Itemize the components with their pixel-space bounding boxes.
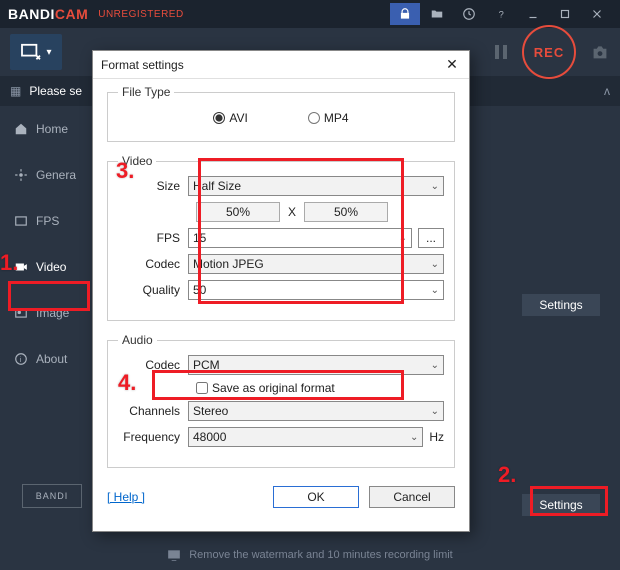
frequency-select[interactable]: 48000⌄: [188, 427, 423, 447]
clock-icon[interactable]: [454, 3, 484, 25]
sidebar-item-image[interactable]: Image: [0, 290, 86, 336]
video-group: Video Size Half Size⌄ 50% X 50% FPS 15⌄ …: [107, 154, 455, 321]
svg-text:i: i: [20, 357, 22, 364]
dialog-close-icon[interactable]: ✕: [443, 56, 461, 74]
svg-text:?: ?: [499, 10, 504, 20]
brand-footer-box: BANDI: [22, 484, 82, 508]
camera-icon[interactable]: [590, 44, 610, 60]
record-button[interactable]: REC: [522, 25, 576, 79]
help-link[interactable]: [ Help ]: [107, 490, 145, 504]
close-icon[interactable]: [582, 3, 612, 25]
video-settings-button[interactable]: Settings: [522, 294, 600, 316]
quality-select[interactable]: 50⌄: [188, 280, 444, 300]
annotation-3: 3.: [116, 158, 134, 184]
audio-settings-button[interactable]: Settings: [522, 494, 600, 516]
fps-select[interactable]: 15⌄: [188, 228, 412, 248]
width-pct-input[interactable]: 50%: [196, 202, 280, 222]
hz-label: Hz: [429, 430, 444, 444]
filetype-legend: File Type: [118, 85, 174, 99]
cancel-button[interactable]: Cancel: [369, 486, 455, 508]
video-codec-select[interactable]: Motion JPEG⌄: [188, 254, 444, 274]
pause-icon[interactable]: [494, 44, 508, 60]
brand: BANDICAM: [8, 6, 88, 22]
sidebar: Home Genera FPS Video Image iAbout: [0, 106, 86, 382]
save-original-checkbox[interactable]: [196, 382, 208, 394]
minimize-icon[interactable]: [518, 3, 548, 25]
format-settings-dialog: Format settings ✕ File Type AVI MP4 Vide…: [92, 50, 470, 532]
quality-label: Quality: [118, 283, 188, 297]
titlebar: BANDICAM UNREGISTERED ?: [0, 0, 620, 28]
sidebar-item-about[interactable]: iAbout: [0, 336, 86, 382]
chevron-up-icon[interactable]: ʌ: [604, 84, 610, 98]
folder-icon[interactable]: [422, 3, 452, 25]
video-codec-label: Codec: [118, 257, 188, 271]
annotation-1: 1.: [0, 250, 18, 276]
filetype-mp4-radio[interactable]: MP4: [308, 111, 349, 125]
sidebar-item-fps[interactable]: FPS: [0, 198, 86, 244]
audio-group: Audio Codec PCM⌄ Save as original format…: [107, 333, 455, 468]
height-pct-input[interactable]: 50%: [304, 202, 388, 222]
mode-select-button[interactable]: ▾: [10, 34, 62, 70]
dialog-title: Format settings: [101, 58, 184, 72]
sidebar-item-home[interactable]: Home: [0, 106, 86, 152]
maximize-icon[interactable]: [550, 3, 580, 25]
status-unregistered: UNREGISTERED: [98, 9, 183, 20]
annotation-4: 4.: [118, 370, 136, 396]
ok-button[interactable]: OK: [273, 486, 359, 508]
channels-select[interactable]: Stereo⌄: [188, 401, 444, 421]
fps-more-button[interactable]: ...: [418, 228, 444, 248]
frequency-label: Frequency: [118, 430, 188, 444]
size-select[interactable]: Half Size⌄: [188, 176, 444, 196]
help-icon[interactable]: ?: [486, 3, 516, 25]
filetype-group: File Type AVI MP4: [107, 85, 455, 142]
fps-label: FPS: [118, 231, 188, 245]
lock-icon[interactable]: [390, 3, 420, 25]
audio-legend: Audio: [118, 333, 157, 347]
audio-codec-select[interactable]: PCM⌄: [188, 355, 444, 375]
annotation-2: 2.: [498, 462, 516, 488]
footer-text: Remove the watermark and 10 minutes reco…: [0, 540, 620, 570]
filetype-avi-radio[interactable]: AVI: [213, 111, 247, 125]
save-original-label: Save as original format: [212, 381, 335, 395]
sidebar-item-general[interactable]: Genera: [0, 152, 86, 198]
channels-label: Channels: [118, 404, 188, 418]
